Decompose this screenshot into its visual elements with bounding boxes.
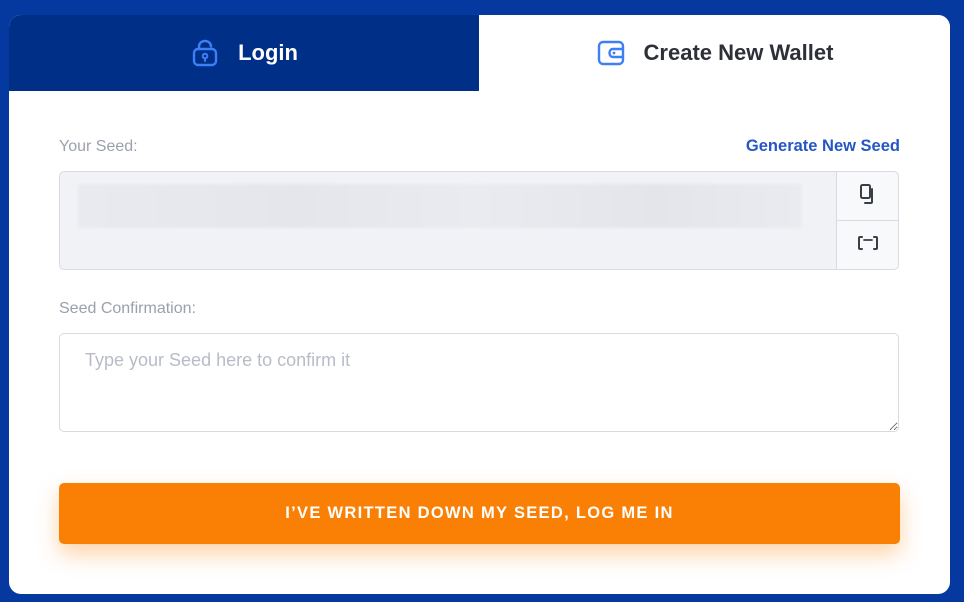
- seed-value-blurred: [78, 184, 802, 228]
- seed-confirmation-label: Seed Confirmation:: [59, 300, 196, 317]
- confirm-login-button[interactable]: I’VE WRITTEN DOWN MY SEED, LOG ME IN: [59, 483, 900, 544]
- seed-confirmation-input[interactable]: [59, 333, 899, 432]
- copy-icon: [858, 183, 878, 210]
- scan-icon: [857, 235, 879, 256]
- tab-create-label: Create New Wallet: [643, 40, 834, 65]
- wallet-card: Login Create New Wallet Your Seed: Gener…: [9, 15, 950, 594]
- tab-create-new-wallet[interactable]: Create New Wallet: [479, 15, 950, 91]
- copy-seed-button[interactable]: [837, 172, 898, 220]
- lock-icon: [190, 38, 220, 68]
- seed-label: Your Seed:: [59, 138, 138, 155]
- scan-seed-button[interactable]: [837, 220, 898, 269]
- seed-display: [59, 171, 899, 270]
- confirm-login-label: I’VE WRITTEN DOWN MY SEED, LOG ME IN: [285, 504, 674, 522]
- tab-login-label: Login: [238, 40, 298, 65]
- generate-new-seed-link[interactable]: Generate New Seed: [746, 137, 900, 156]
- tab-login[interactable]: Login: [9, 15, 479, 91]
- wallet-icon: [596, 38, 626, 68]
- seed-actions: [836, 172, 898, 269]
